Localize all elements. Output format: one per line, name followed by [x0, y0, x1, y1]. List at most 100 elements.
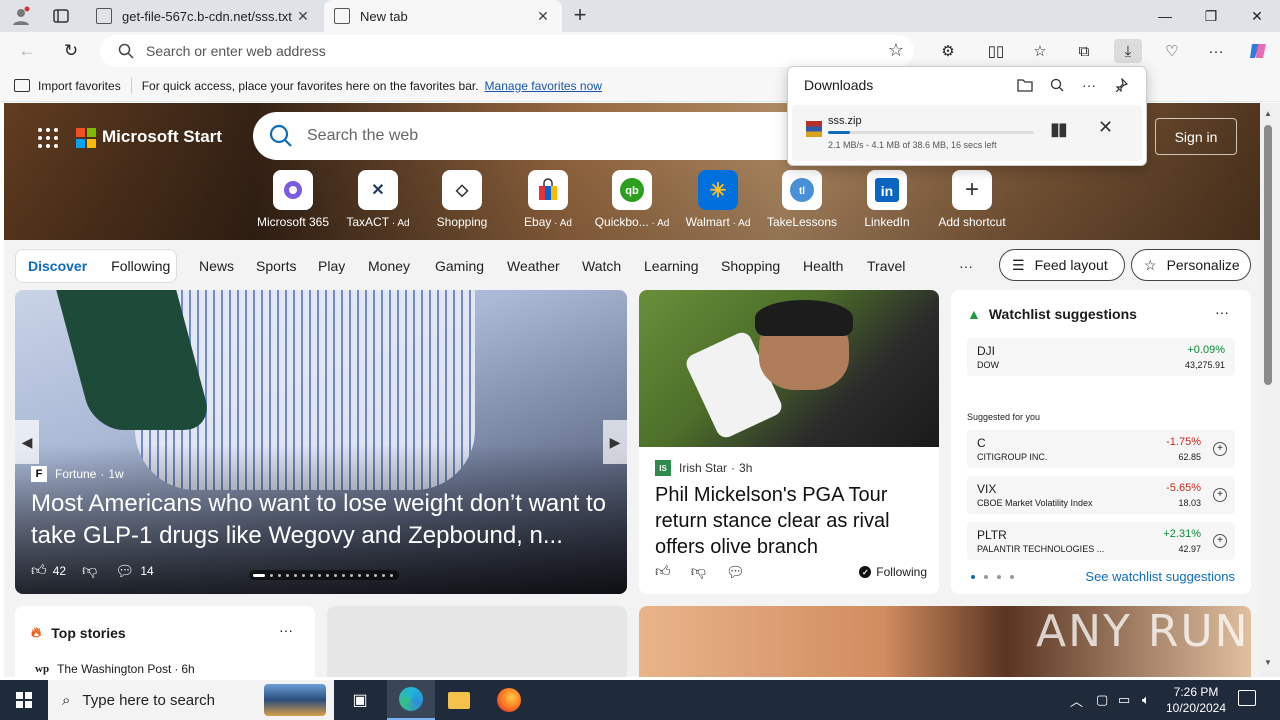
story-card-golf[interactable]: IS Irish Star · 3h Phil Mickelson's PGA … [639, 290, 939, 594]
comment-icon[interactable]: 💬︎ [115, 562, 134, 580]
nav-health[interactable]: Health [803, 258, 843, 274]
pin-icon[interactable] [1110, 75, 1132, 95]
nav-weather[interactable]: Weather [507, 258, 560, 274]
browser-essentials-icon[interactable]: ♡ [1158, 39, 1186, 63]
nav-sports[interactable]: Sports [256, 258, 296, 274]
nav-watch[interactable]: Watch [582, 258, 621, 274]
add-to-watchlist-icon[interactable]: + [1213, 534, 1227, 548]
nav-news[interactable]: News [199, 258, 234, 274]
favorites-icon[interactable]: ☆ [1026, 39, 1054, 63]
stock-row-pltr[interactable]: PLTR PALANTIR TECHNOLOGIES ... +2.31% 42… [967, 522, 1235, 560]
story-title[interactable]: Phil Mickelson's PGA Tour return stance … [655, 482, 925, 560]
scroll-down-icon[interactable]: ▼ [1264, 658, 1272, 667]
address-bar[interactable]: Search or enter web address ☆ [100, 35, 914, 67]
split-screen-icon[interactable]: ▯▯ [982, 39, 1010, 63]
tab-new-tab[interactable]: New tab ✕ [324, 0, 562, 32]
collections-icon[interactable]: ⧉ [1070, 39, 1098, 63]
more-nav-icon[interactable]: ··· [959, 258, 973, 274]
network-icon[interactable]: ▭ [1118, 680, 1130, 720]
firefox-icon[interactable] [485, 680, 533, 720]
minimize-icon[interactable]: — [1142, 0, 1188, 32]
carousel-indicator[interactable] [249, 570, 399, 580]
downloads-icon[interactable]: ⤓ [1114, 39, 1142, 63]
nav-gaming[interactable]: Gaming [435, 258, 484, 274]
brand-title[interactable]: Microsoft Start [102, 127, 222, 147]
open-folder-icon[interactable] [1014, 75, 1036, 95]
cancel-download-icon[interactable]: ✕ [1098, 117, 1113, 138]
stock-row-vix[interactable]: VIX CBOE Market Volatility Index -5.65% … [967, 476, 1235, 514]
new-tab-button[interactable]: + [568, 4, 592, 28]
restore-icon[interactable]: ❐ [1188, 0, 1234, 32]
tab-actions-icon[interactable] [48, 5, 74, 27]
shortcut-linkedin[interactable]: in LinkedIn [845, 170, 929, 229]
shortcut-taxact[interactable]: ✕ TaxACT · Ad [336, 170, 420, 229]
copilot-icon[interactable] [1244, 39, 1272, 63]
shortcut-walmart[interactable]: ✳ Walmart · Ad [676, 170, 760, 229]
tab-discover[interactable]: Discover [16, 258, 99, 274]
nav-learning[interactable]: Learning [644, 258, 699, 274]
show-hidden-icons[interactable]: ︿ [1070, 680, 1083, 720]
tab-following[interactable]: Following [99, 258, 182, 274]
manage-favorites-link[interactable]: Manage favorites now [485, 79, 602, 93]
nav-money[interactable]: Money [368, 258, 410, 274]
app-launcher-icon[interactable] [38, 128, 58, 148]
download-item[interactable]: sss.zip 2.1 MB/s - 4.1 MB of 38.6 MB, 16… [792, 105, 1142, 161]
sign-in-button[interactable]: Sign in [1155, 118, 1237, 155]
watchlist-pager[interactable] [971, 575, 1023, 579]
personalize-button[interactable]: ☆ Personalize [1131, 249, 1251, 281]
nav-shopping[interactable]: Shopping [721, 258, 780, 274]
web-search-box[interactable]: Search the web [253, 112, 813, 160]
stock-row-c[interactable]: C CITIGROUP INC. -1.75% 62.85 + [967, 430, 1235, 468]
like-icon[interactable]: 👍︎ [31, 562, 47, 580]
shortcut-quickbooks[interactable]: qb Quickbo... · Ad [590, 170, 674, 229]
comment-icon[interactable]: 💬︎ [726, 563, 745, 581]
favorite-star-icon[interactable]: ☆ [888, 40, 904, 61]
more-options-icon[interactable]: ··· [1215, 304, 1229, 320]
nav-travel[interactable]: Travel [867, 258, 905, 274]
stock-row-dji[interactable]: DJI DOW +0.09% 43,275.91 [967, 338, 1235, 376]
profile-icon[interactable] [8, 5, 34, 27]
refresh-icon[interactable]: ↻ [58, 39, 84, 63]
dislike-icon[interactable]: 👎︎ [691, 563, 706, 581]
story-title[interactable]: Most Americans who want to lose weight d… [31, 488, 621, 552]
close-icon[interactable]: ✕ [294, 8, 312, 25]
hero-story-card[interactable]: ◀ ▶ F Fortune · 1w Most Americans who wa… [15, 290, 627, 594]
task-view-icon[interactable]: ▣ [336, 680, 384, 720]
scroll-thumb[interactable] [1264, 125, 1272, 385]
page-scrollbar[interactable]: ▲ ▼ [1260, 103, 1280, 677]
more-options-icon[interactable]: ··· [1078, 75, 1100, 95]
more-options-icon[interactable]: ··· [279, 622, 293, 638]
feed-layout-button[interactable]: ☰ Feed layout [999, 249, 1125, 281]
volume-icon[interactable]: 🔈︎ [1142, 680, 1150, 720]
see-watchlist-link[interactable]: See watchlist suggestions [1085, 569, 1235, 584]
carousel-prev-icon[interactable]: ◀ [15, 420, 39, 464]
shortcut-ebay[interactable]: Ebay · Ad [506, 170, 590, 229]
nav-play[interactable]: Play [318, 258, 345, 274]
following-badge[interactable]: ✓ Following [859, 565, 927, 579]
device-icon[interactable]: ▢ [1096, 680, 1108, 720]
start-button[interactable] [0, 680, 48, 720]
shortcut-add[interactable]: + Add shortcut [930, 170, 1014, 229]
import-favorites-button[interactable]: Import favorites [14, 79, 121, 93]
dislike-icon[interactable]: 👎︎ [82, 562, 97, 580]
edge-taskbar-icon[interactable] [387, 680, 435, 720]
carousel-next-icon[interactable]: ▶ [603, 420, 627, 464]
settings-more-icon[interactable]: ··· [1202, 39, 1230, 63]
back-icon[interactable]: ← [14, 39, 40, 63]
shortcut-takelessons[interactable]: tl TakeLessons [760, 170, 844, 229]
add-to-watchlist-icon[interactable]: + [1213, 488, 1227, 502]
tab-sss-txt[interactable]: get-file-567c.b-cdn.net/sss.txt ✕ [86, 0, 322, 32]
pause-icon[interactable]: ▮▮ [1050, 119, 1068, 140]
close-window-icon[interactable]: ✕ [1234, 0, 1280, 32]
file-explorer-icon[interactable] [435, 680, 483, 720]
extensions-icon[interactable]: ⚙ [934, 39, 962, 63]
taskbar-search[interactable]: ⌕ Type here to search [48, 680, 334, 720]
search-downloads-icon[interactable] [1046, 75, 1068, 95]
system-clock[interactable]: 7:26 PM 10/20/2024 [1164, 684, 1228, 716]
close-icon[interactable]: ✕ [534, 8, 552, 25]
shortcut-shopping[interactable]: ◇ Shopping [420, 170, 504, 229]
notification-icon[interactable] [1238, 690, 1256, 706]
scroll-up-icon[interactable]: ▲ [1264, 109, 1272, 118]
add-to-watchlist-icon[interactable]: + [1213, 442, 1227, 456]
shortcut-microsoft-365[interactable]: Microsoft 365 [251, 170, 335, 229]
